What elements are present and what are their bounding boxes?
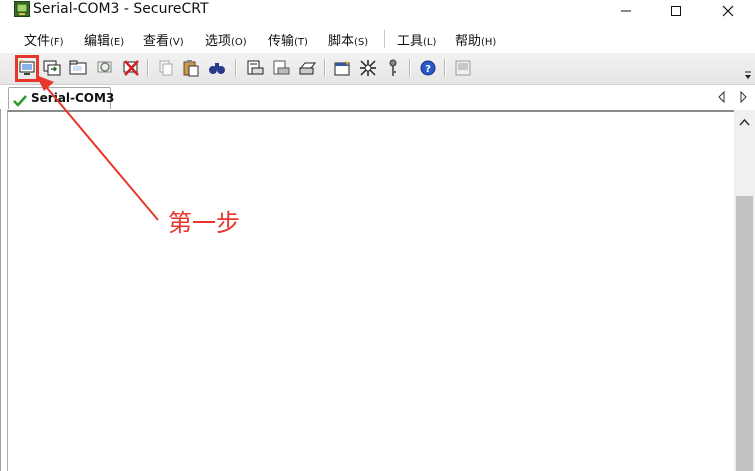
annotation-step-label: 第一步 [168, 209, 240, 237]
annotation-arrow [36, 75, 159, 221]
